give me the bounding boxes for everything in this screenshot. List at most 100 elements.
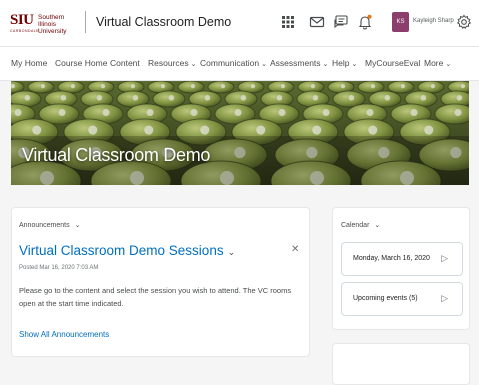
seat-number-badge xyxy=(410,109,418,116)
seat-number-badge xyxy=(454,109,462,116)
seat-number-badge xyxy=(11,84,16,89)
show-all-announcements-link[interactable]: Show All Announcements xyxy=(19,330,109,339)
seat-number-badge xyxy=(32,125,42,135)
seat-number-badge xyxy=(88,125,98,135)
announcements-widget-header[interactable]: Announcements ⌄ xyxy=(19,221,80,229)
seat-number-badge xyxy=(130,84,136,89)
upcoming-events-label: Upcoming events (5) xyxy=(353,295,418,302)
seat-number-badge xyxy=(322,109,330,116)
widget-title: Calendar xyxy=(341,222,370,229)
siu-logo[interactable]: SIU Southern Illinois University CARBOND… xyxy=(10,12,82,36)
nav-resources[interactable]: Resources ⌄ xyxy=(148,58,197,68)
seat-number-badge xyxy=(240,95,247,101)
announcement-title[interactable]: Virtual Classroom Demo Sessions ⌄ xyxy=(19,243,235,258)
nav-label: Content xyxy=(110,58,140,68)
banner-title: Virtual Classroom Demo xyxy=(22,145,211,165)
nav-assessments[interactable]: Assessments ⌄ xyxy=(270,58,328,68)
nav-my-home[interactable]: My Home xyxy=(11,58,47,68)
chat-icon[interactable] xyxy=(333,14,349,30)
gear-icon[interactable] xyxy=(456,14,472,30)
seat-number-badge xyxy=(132,95,139,101)
chevron-down-icon: ⌄ xyxy=(74,222,81,229)
mail-icon[interactable] xyxy=(309,14,325,30)
announcement-title-text: Virtual Classroom Demo Sessions xyxy=(19,243,224,258)
seat-number-badge xyxy=(250,84,256,89)
seat-number-badge xyxy=(430,84,436,89)
seat-number-badge xyxy=(60,95,67,101)
seat-number-badge xyxy=(102,109,110,116)
next-widget xyxy=(332,343,470,385)
nav-label: Resources xyxy=(148,58,189,68)
chevron-down-icon[interactable]: ⌄ xyxy=(228,247,236,257)
nav-label: Communication xyxy=(200,58,260,68)
seat-number-badge xyxy=(420,95,427,101)
seat-number-badge xyxy=(340,84,346,89)
seat-number-badge xyxy=(160,84,166,89)
seat-number-badge xyxy=(200,125,210,135)
seat-number-badge xyxy=(456,95,463,101)
close-icon[interactable]: ✕ xyxy=(291,244,299,255)
widget-title: Announcements xyxy=(19,222,70,229)
calendar-date: Monday, March 16, 2020 xyxy=(353,255,430,262)
course-banner: Virtual Classroom Demo xyxy=(11,81,469,185)
user-name[interactable]: Kayleigh Sharp xyxy=(413,18,454,24)
seat-shape xyxy=(434,103,469,125)
chevron-down-icon: ⌄ xyxy=(190,61,197,68)
calendar-widget-header[interactable]: Calendar ⌄ xyxy=(341,221,380,229)
course-title[interactable]: Virtual Classroom Demo xyxy=(96,15,231,29)
logo-university-text: Southern Illinois University xyxy=(38,14,67,35)
seat-number-badge xyxy=(146,109,154,116)
seat-number-badge xyxy=(190,84,196,89)
bell-icon[interactable] xyxy=(357,14,373,30)
seat-number-badge xyxy=(370,84,376,89)
calendar-date-selector[interactable]: Monday, March 16, 2020 ▷ xyxy=(341,242,463,276)
nav-label: MyCourseEval xyxy=(365,58,421,68)
apps-grid-icon[interactable] xyxy=(280,14,296,30)
banner-seats-image xyxy=(11,81,469,185)
seat-number-badge xyxy=(100,84,106,89)
seat-number-badge xyxy=(234,109,242,116)
seat-number-badge xyxy=(280,84,286,89)
seat-number-badge xyxy=(366,109,374,116)
chevron-down-icon: ⌄ xyxy=(351,61,358,68)
seat-number-badge xyxy=(384,95,391,101)
seat-number-badge xyxy=(96,95,103,101)
chevron-right-icon: ▷ xyxy=(441,253,448,263)
seat-number-badge xyxy=(276,95,283,101)
nav-label: Help xyxy=(332,58,350,68)
top-bar: SIU Southern Illinois University CARBOND… xyxy=(0,0,479,47)
nav-help[interactable]: Help ⌄ xyxy=(332,58,357,68)
seat-number-badge xyxy=(400,84,406,89)
seat-number-badge xyxy=(168,95,175,101)
seat-number-badge xyxy=(310,84,316,89)
announcement-body: Please go to the content and select the … xyxy=(19,286,292,308)
seat-number-badge xyxy=(190,109,198,116)
seat-number-badge xyxy=(348,95,355,101)
seat-number-badge xyxy=(278,109,286,116)
seat-number-badge xyxy=(40,84,46,89)
nav-label: Course Home xyxy=(55,58,108,68)
nav-course-home[interactable]: Course Home xyxy=(55,58,107,68)
seat-number-badge xyxy=(14,109,22,116)
chevron-down-icon: ⌄ xyxy=(261,61,267,68)
seat-number-badge xyxy=(70,84,76,89)
seat-shape xyxy=(27,81,55,94)
seat-number-badge xyxy=(24,95,31,101)
nav-content[interactable]: Content xyxy=(110,58,140,68)
announcement-posted-date: Posted Mar 16, 2020 7:03 AM xyxy=(19,265,99,271)
seat-number-badge xyxy=(144,125,154,135)
seat-number-badge xyxy=(204,95,211,101)
upcoming-events-button[interactable]: Upcoming events (5) ▷ xyxy=(341,282,463,316)
nav-communication[interactable]: Communication ⌄ xyxy=(200,58,267,68)
chevron-down-icon: ⌄ xyxy=(445,61,452,68)
seat-number-badge xyxy=(256,125,266,135)
seat-number-badge xyxy=(368,125,378,135)
nav-label: More xyxy=(424,58,444,68)
nav-mycourseeval[interactable]: MyCourseEval xyxy=(365,58,420,68)
seat-number-badge xyxy=(220,84,226,89)
nav-more[interactable]: More ⌄ xyxy=(424,58,451,68)
seat-number-badge xyxy=(460,84,466,89)
seat-shape xyxy=(207,81,235,94)
user-avatar[interactable]: KS xyxy=(392,12,409,32)
seat-shape xyxy=(387,81,415,94)
